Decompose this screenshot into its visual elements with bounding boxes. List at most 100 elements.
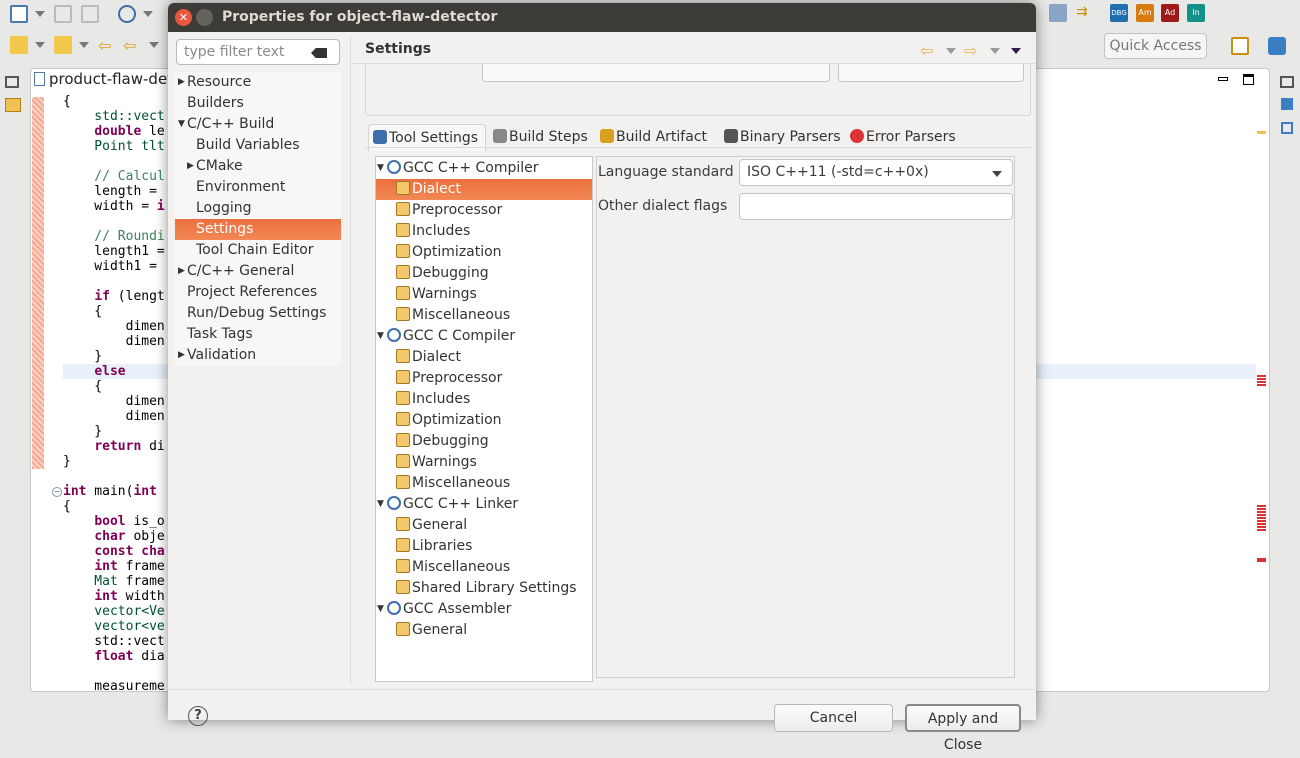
code-token: } — [63, 424, 103, 439]
tool-option-item[interactable]: Includes — [376, 221, 592, 242]
tool-option-item[interactable]: Preprocessor — [376, 368, 592, 389]
forward-nav-icon[interactable]: ⇨ — [964, 41, 977, 60]
dialog-titlebar[interactable]: ✕ Properties for object-flaw-detector — [168, 3, 1036, 32]
nav-tree[interactable]: ▶ Resource Builders ▼ C/C++ Build Build Varia… — [175, 72, 341, 366]
nav-item-build-variables[interactable]: Build Variables — [175, 135, 341, 156]
configuration-combo[interactable] — [482, 64, 830, 82]
new-dropdown[interactable] — [35, 11, 45, 17]
build-icon[interactable] — [118, 5, 136, 23]
next-annotation-icon[interactable] — [10, 36, 28, 54]
collapsed-arrow-icon[interactable]: ▶ — [187, 156, 194, 177]
sash[interactable] — [350, 35, 351, 685]
nav-item-run-debug-settings[interactable]: Run/Debug Settings — [175, 303, 341, 324]
tool-option-item[interactable]: Preprocessor — [376, 200, 592, 221]
tool-option-item[interactable]: General — [376, 515, 592, 536]
tool-option-item[interactable]: Warnings — [376, 452, 592, 473]
back-dropdown[interactable] — [149, 42, 159, 48]
open-perspective-icon[interactable] — [1231, 37, 1249, 55]
expanded-arrow-icon[interactable]: ▼ — [377, 599, 384, 620]
cpp-perspective-icon[interactable] — [1268, 37, 1286, 55]
expanded-arrow-icon[interactable]: ▼ — [178, 114, 185, 135]
nav-item-c-c-build[interactable]: ▼ C/C++ Build — [175, 114, 341, 135]
project-explorer-icon[interactable] — [5, 98, 21, 112]
overview-ruler[interactable] — [1255, 89, 1269, 689]
maximize-button[interactable] — [196, 9, 213, 26]
nav-item-project-references[interactable]: Project References — [175, 282, 341, 303]
tool-option-item[interactable]: Dialect — [376, 347, 592, 368]
tool-option-item[interactable]: Shared Library Settings — [376, 578, 592, 599]
tool-option-item[interactable]: Optimization — [376, 410, 592, 431]
minimize-icon[interactable] — [1218, 77, 1228, 81]
nav-item-tool-chain-editor[interactable]: Tool Chain Editor — [175, 240, 341, 261]
other-dialect-flags-input[interactable] — [739, 193, 1013, 220]
collapsed-arrow-icon[interactable]: ▶ — [178, 345, 185, 366]
task-icon[interactable] — [1281, 122, 1293, 134]
collapsed-arrow-icon[interactable]: ▶ — [178, 72, 185, 93]
close-button[interactable]: ✕ — [175, 9, 192, 26]
tool-item[interactable]: ▼ GCC C++ Compiler — [376, 158, 592, 179]
quick-access-input[interactable]: Quick Access — [1104, 33, 1207, 59]
perspective-in-icon[interactable]: In — [1187, 4, 1205, 22]
restore-icon[interactable] — [1280, 76, 1294, 88]
nav-item-cmake[interactable]: ▶ CMake — [175, 156, 341, 177]
help-icon[interactable]: ? — [188, 706, 208, 726]
code-token: i — [156, 199, 165, 214]
language-standard-select[interactable]: ISO C++11 (-std=c++0x) — [739, 159, 1013, 186]
tool-option-item[interactable]: Miscellaneous — [376, 473, 592, 494]
tool-option-item[interactable]: Libraries — [376, 536, 592, 557]
fold-icon[interactable]: − — [52, 487, 62, 497]
nav-item-task-tags[interactable]: Task Tags — [175, 324, 341, 345]
nav-item-environment[interactable]: Environment — [175, 177, 341, 198]
filter-input[interactable]: type filter text — [176, 39, 340, 65]
forward-nav-dropdown[interactable] — [990, 48, 1000, 54]
restore-icon[interactable] — [5, 76, 19, 88]
tool-option-item[interactable]: Miscellaneous — [376, 305, 592, 326]
tool-option-item[interactable]: Miscellaneous — [376, 557, 592, 578]
tool-item[interactable]: ▼ GCC C Compiler — [376, 326, 592, 347]
nav-item-builders[interactable]: Builders — [175, 93, 341, 114]
nav-item-logging[interactable]: Logging — [175, 198, 341, 219]
back-icon[interactable]: ⇦ — [123, 36, 141, 55]
toggle-icon[interactable] — [1049, 4, 1067, 22]
outline-icon[interactable] — [1281, 98, 1293, 110]
back-nav-icon[interactable]: ⇦ — [920, 41, 933, 60]
prev-annotation-icon[interactable] — [54, 36, 72, 54]
next-annotation-dropdown[interactable] — [35, 42, 45, 48]
perspective-dbg-icon[interactable]: DBG — [1110, 4, 1128, 22]
tool-option-item[interactable]: Warnings — [376, 284, 592, 305]
editor-tab[interactable]: product-flaw-det — [34, 70, 173, 94]
perspective-ad-icon[interactable]: Ad — [1161, 4, 1179, 22]
tool-option-item[interactable]: Dialect — [376, 179, 592, 200]
maximize-icon[interactable] — [1243, 74, 1254, 85]
tool-option-item[interactable]: Debugging — [376, 263, 592, 284]
tool-option-item[interactable]: General — [376, 620, 592, 641]
build-dropdown[interactable] — [143, 11, 153, 17]
tool-option-item[interactable]: Optimization — [376, 242, 592, 263]
expanded-arrow-icon[interactable]: ▼ — [377, 158, 384, 179]
step-icon[interactable]: ⇉ — [1076, 4, 1094, 22]
prev-annotation-dropdown[interactable] — [79, 42, 89, 48]
tool-option-item[interactable]: Includes — [376, 389, 592, 410]
nav-item-validation[interactable]: ▶ Validation — [175, 345, 341, 366]
nav-item-resource[interactable]: ▶ Resource — [175, 72, 341, 93]
perspective-am-icon[interactable]: Am — [1136, 4, 1154, 22]
save-icon[interactable] — [54, 5, 72, 23]
tool-tree[interactable]: ▼ GCC C++ Compiler Dialect Preprocessor Incl… — [375, 156, 593, 682]
clear-filter-icon[interactable] — [311, 48, 327, 58]
tool-item[interactable]: ▼ GCC C++ Linker — [376, 494, 592, 515]
new-icon[interactable] — [10, 5, 28, 23]
expanded-arrow-icon[interactable]: ▼ — [377, 326, 384, 347]
tool-item[interactable]: ▼ GCC Assembler — [376, 599, 592, 620]
manage-configurations-button[interactable] — [838, 64, 1024, 82]
nav-item-c-c-general[interactable]: ▶ C/C++ General — [175, 261, 341, 282]
nav-item-settings[interactable]: Settings — [175, 219, 341, 240]
cancel-button[interactable]: Cancel — [774, 704, 893, 732]
save-all-icon[interactable] — [81, 5, 99, 23]
tool-option-item[interactable]: Debugging — [376, 431, 592, 452]
back-nav-dropdown[interactable] — [946, 48, 956, 54]
last-edit-icon[interactable]: ⇦ — [98, 36, 116, 55]
expanded-arrow-icon[interactable]: ▼ — [377, 494, 384, 515]
collapsed-arrow-icon[interactable]: ▶ — [178, 261, 185, 282]
view-menu-icon[interactable] — [1011, 48, 1021, 54]
apply-and-close-button[interactable]: Apply and Close — [905, 704, 1021, 753]
